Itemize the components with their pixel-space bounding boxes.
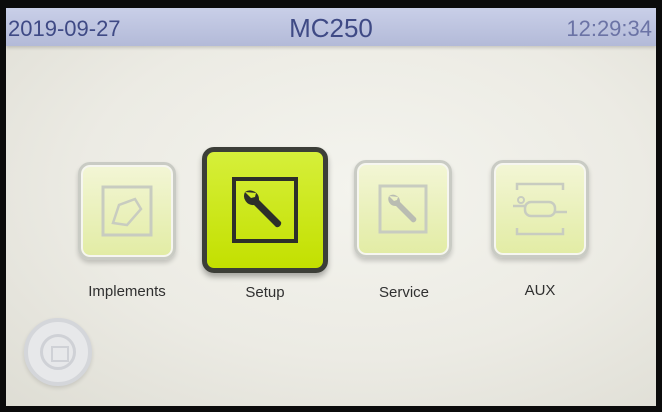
service-label: Service (378, 284, 430, 301)
home-menu-button[interactable] (24, 318, 92, 386)
status-bar: 2019-09-27 MC250 12:29:34 (6, 8, 656, 46)
setup-button[interactable] (202, 147, 328, 273)
aux-valve-icon (513, 182, 567, 236)
implement-icon (101, 185, 153, 237)
device-title: MC250 (289, 13, 373, 43)
screen: 2019-09-27 MC250 12:29:34 Implements Set… (6, 8, 656, 406)
service-button[interactable] (354, 160, 452, 258)
aux-button[interactable] (491, 160, 589, 258)
aux-label: AUX (524, 282, 556, 299)
wrench-icon (232, 177, 298, 243)
implements-button[interactable] (78, 162, 176, 260)
menu-icon (40, 334, 76, 370)
clock-display: 12:29:34 (566, 16, 652, 41)
wrench-icon (378, 184, 428, 234)
setup-label: Setup (245, 284, 285, 301)
implements-label: Implements (88, 283, 166, 300)
display-bezel: 2019-09-27 MC250 12:29:34 Implements Set… (0, 0, 662, 412)
